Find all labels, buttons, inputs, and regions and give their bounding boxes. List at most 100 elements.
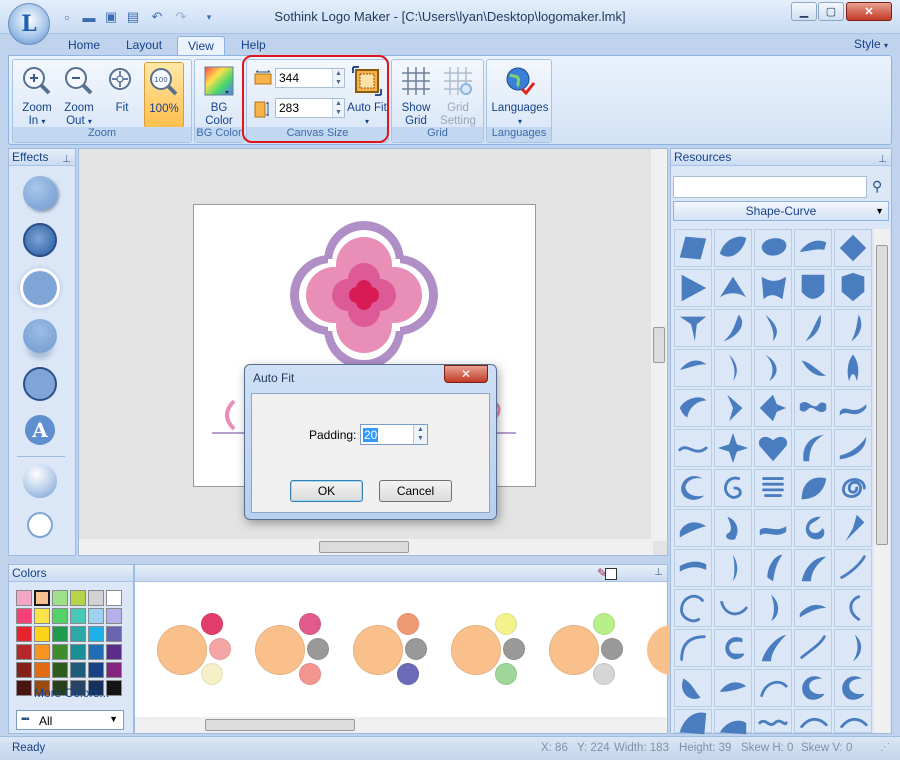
resources-vscroll-thumb[interactable]	[876, 245, 888, 545]
resize-grip-icon[interactable]: ⋰	[880, 742, 890, 753]
color-swatch[interactable]	[88, 626, 104, 642]
search-icon[interactable]: ⚲	[872, 178, 882, 195]
shape-item[interactable]	[834, 469, 872, 507]
shape-item[interactable]	[714, 389, 752, 427]
color-swatch[interactable]	[88, 662, 104, 678]
shape-item[interactable]	[834, 229, 872, 267]
shape-item[interactable]	[754, 349, 792, 387]
color-swatch[interactable]	[34, 662, 50, 678]
shape-item[interactable]	[674, 709, 712, 735]
scheme-main-color[interactable]	[549, 625, 599, 675]
scheme-accent-color[interactable]	[397, 663, 419, 685]
shape-item[interactable]	[834, 669, 872, 707]
shape-item[interactable]	[834, 709, 872, 733]
shape-item[interactable]	[794, 269, 832, 307]
bg-color-button[interactable]: BG Color	[199, 62, 239, 128]
width-spinner[interactable]: ▲ ▼	[332, 69, 344, 87]
color-swatch[interactable]	[16, 608, 32, 624]
shape-item[interactable]	[674, 469, 712, 507]
shape-item[interactable]	[794, 309, 832, 347]
shape-item[interactable]	[674, 509, 712, 547]
shape-item[interactable]	[754, 589, 792, 627]
canvas-hscroll-thumb[interactable]	[319, 541, 409, 553]
color-swatch[interactable]	[16, 644, 32, 660]
cancel-button[interactable]: Cancel	[379, 480, 452, 502]
effect-stroke[interactable]	[23, 367, 57, 401]
shape-item[interactable]	[794, 389, 832, 427]
color-swatch[interactable]	[16, 626, 32, 642]
scheme-accent-color[interactable]	[495, 663, 517, 685]
resources-vscrollbar[interactable]	[874, 229, 890, 733]
scheme-accent-color[interactable]	[593, 663, 615, 685]
colors-hscroll-thumb[interactable]	[205, 719, 355, 731]
color-swatch[interactable]	[16, 680, 32, 696]
scheme-accent-color[interactable]	[397, 613, 419, 635]
shape-item[interactable]	[794, 349, 832, 387]
shape-item[interactable]	[674, 549, 712, 587]
color-swatch[interactable]	[34, 590, 50, 606]
scheme-accent-color[interactable]	[601, 638, 623, 660]
shape-item[interactable]	[834, 429, 872, 467]
shape-item[interactable]	[674, 269, 712, 307]
shape-item[interactable]	[754, 469, 792, 507]
pin-icon[interactable]: ⊥	[62, 151, 71, 168]
shape-item[interactable]	[754, 429, 792, 467]
shape-item[interactable]	[794, 229, 832, 267]
scheme-main-color[interactable]	[255, 625, 305, 675]
color-swatch[interactable]	[34, 644, 50, 660]
app-menu-button[interactable]: L	[8, 3, 50, 45]
shape-item[interactable]	[834, 269, 872, 307]
color-swatch[interactable]	[52, 626, 68, 642]
color-swatch[interactable]	[70, 590, 86, 606]
zoom-in-button[interactable]: Zoom In ▾	[17, 62, 57, 128]
color-swatch[interactable]	[52, 662, 68, 678]
shape-item[interactable]	[794, 669, 832, 707]
shape-item[interactable]	[714, 269, 752, 307]
style-menu[interactable]: Style ▾	[854, 37, 888, 51]
effect-bevel[interactable]	[23, 223, 57, 257]
scheme-accent-color[interactable]	[405, 638, 427, 660]
pin-icon[interactable]: ⊥	[878, 151, 887, 168]
shape-item[interactable]	[754, 709, 792, 733]
padding-input[interactable]: 20 ▲ ▼	[360, 424, 428, 445]
scheme-accent-color[interactable]	[307, 638, 329, 660]
shape-item[interactable]	[834, 389, 872, 427]
scheme-main-color[interactable]	[451, 625, 501, 675]
shape-item[interactable]	[714, 429, 752, 467]
shape-item[interactable]	[834, 549, 872, 587]
color-swatch[interactable]	[106, 644, 122, 660]
scheme-accent-color[interactable]	[209, 638, 231, 660]
shape-item[interactable]	[754, 669, 792, 707]
shape-item[interactable]	[794, 709, 832, 733]
shape-item[interactable]	[714, 589, 752, 627]
canvas-vscroll-thumb[interactable]	[653, 327, 665, 363]
color-swatch[interactable]	[34, 608, 50, 624]
tab-home[interactable]: Home	[58, 36, 110, 57]
shape-item[interactable]	[834, 589, 872, 627]
color-swatch[interactable]	[52, 644, 68, 660]
scheme-accent-color[interactable]	[503, 638, 525, 660]
colors-hscrollbar[interactable]	[135, 717, 667, 733]
languages-button[interactable]: Languages ▾	[491, 62, 549, 128]
tab-view[interactable]: View	[177, 36, 225, 57]
dialog-close-button[interactable]: ✕	[444, 365, 488, 383]
effect-text-icon[interactable]: A	[25, 415, 55, 445]
shape-item[interactable]	[834, 509, 872, 547]
scheme-accent-color[interactable]	[299, 663, 321, 685]
scheme-main-color[interactable]	[157, 625, 207, 675]
shape-item[interactable]	[674, 589, 712, 627]
color-swatch[interactable]	[88, 608, 104, 624]
color-swatch[interactable]	[16, 662, 32, 678]
minimize-button[interactable]: ▁	[791, 2, 817, 21]
color-swatch[interactable]	[70, 644, 86, 660]
canvas-width-input[interactable]: 344 ▲ ▼	[275, 68, 345, 88]
padding-spinner[interactable]: ▲ ▼	[413, 425, 427, 444]
zoom-100-button[interactable]: 100 100%	[144, 62, 184, 128]
pin-icon[interactable]: ⊥	[654, 567, 663, 578]
fit-button[interactable]: Fit	[102, 62, 142, 128]
grid-setting-button[interactable]: Grid Setting	[438, 62, 478, 128]
canvas-hscrollbar[interactable]	[79, 539, 653, 555]
maximize-button[interactable]: ▢	[818, 2, 844, 21]
shape-item[interactable]	[674, 389, 712, 427]
canvas-vscrollbar[interactable]	[651, 149, 667, 541]
